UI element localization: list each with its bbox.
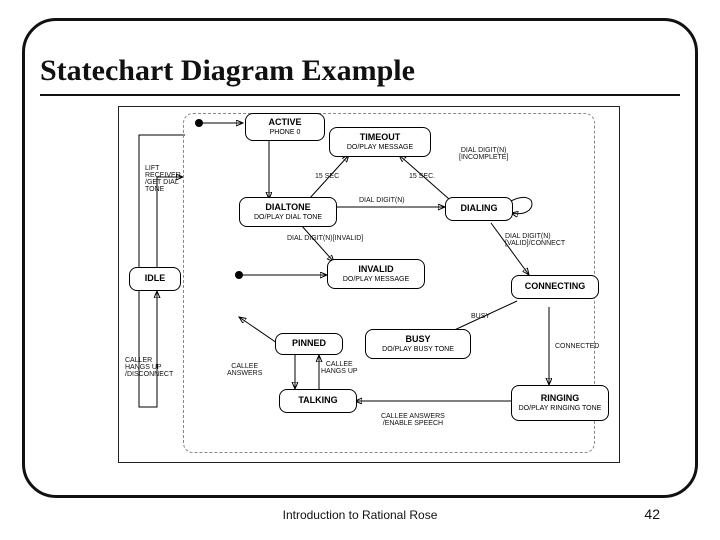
state-sublabel: DO/PLAY DIAL TONE [254,214,322,222]
state-sublabel: PHONE 0 [270,129,301,137]
state-busy: BUSY DO/PLAY BUSY TONE [365,329,471,359]
transition-busy: BUSY [471,313,490,320]
transition-connected: CONNECTED [555,343,599,350]
state-dialing: DIALING [445,197,513,221]
state-label: DIALTONE [265,203,310,213]
transition-callee-answers: CALLEE ANSWERS [227,363,262,377]
state-label: PINNED [292,339,326,349]
transition-15sec-a: 15 SEC [315,173,339,180]
transition-dial-invalid: DIAL DIGIT(N)[INVALID] [287,235,363,242]
state-label: ACTIVE [268,118,301,128]
state-sublabel: DO/PLAY MESSAGE [347,144,413,152]
state-idle: IDLE [129,267,181,291]
state-label: INVALID [358,265,393,275]
state-sublabel: DO/PLAY BUSY TONE [382,346,454,354]
state-dialtone: DIALTONE DO/PLAY DIAL TONE [239,197,337,227]
state-sublabel: DO/PLAY MESSAGE [343,276,409,284]
transition-callee-answers-enable: CALLEE ANSWERS /ENABLE SPEECH [381,413,445,427]
footer-text: Introduction to Rational Rose [0,508,720,522]
transition-dial-digit: DIAL DIGIT(N) [359,197,405,204]
state-label: RINGING [541,394,580,404]
state-label: IDLE [145,274,166,284]
state-ringing: RINGING DO/PLAY RINGING TONE [511,385,609,421]
transition-caller-hangs-up: CALLER HANGS UP /DISCONNECT [125,357,173,378]
state-invalid: INVALID DO/PLAY MESSAGE [327,259,425,289]
state-talking: TALKING [279,389,357,413]
transition-15sec-b: 15 SEC. [409,173,435,180]
transition-lift-receiver: LIFT RECEIVER /GET DIAL TONE [145,165,181,193]
state-timeout: TIMEOUT DO/PLAY MESSAGE [329,127,431,157]
state-label: TIMEOUT [360,133,401,143]
transition-callee-hangs-up: CALLEE HANGS UP [321,361,358,375]
state-label: TALKING [298,396,337,406]
title-underline [40,94,680,96]
state-active: ACTIVE PHONE 0 [245,113,325,141]
state-label: CONNECTING [525,282,586,292]
slide: Statechart Diagram Example [0,0,720,540]
state-sublabel: DO/PLAY RINGING TONE [519,405,602,413]
statechart-diagram: ACTIVE PHONE 0 TIMEOUT DO/PLAY MESSAGE D… [118,106,620,463]
state-label: BUSY [405,335,430,345]
state-label: DIALING [461,204,498,214]
transition-dial-incomplete: DIAL DIGIT(N) [INCOMPLETE] [459,147,508,161]
state-pinned: PINNED [275,333,343,355]
transition-dial-valid: DIAL DIGIT(N) [VALID]/CONNECT [505,233,565,247]
page-number: 42 [644,506,660,522]
slide-title: Statechart Diagram Example [40,54,415,88]
state-connecting: CONNECTING [511,275,599,299]
